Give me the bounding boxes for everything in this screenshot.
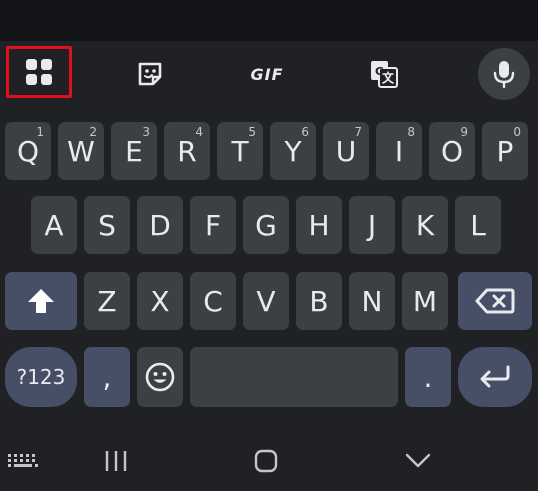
- key-label: A: [44, 208, 64, 242]
- apps-grid-button[interactable]: [8, 48, 70, 96]
- backspace-key[interactable]: [458, 272, 532, 330]
- key-s[interactable]: S: [84, 196, 130, 254]
- comma-key[interactable]: ,: [84, 347, 130, 407]
- enter-key[interactable]: [458, 347, 532, 407]
- hide-keyboard-button[interactable]: [398, 444, 438, 478]
- key-a[interactable]: A: [31, 196, 77, 254]
- shift-arrow-icon: [28, 289, 54, 313]
- key-label: P: [496, 134, 514, 168]
- key-label: H: [308, 208, 330, 242]
- enter-arrow-icon: [480, 365, 510, 388]
- key-label: L: [470, 208, 486, 242]
- microphone-icon: [493, 61, 515, 89]
- key-k[interactable]: K: [402, 196, 448, 254]
- key-number-hint: 6: [301, 125, 309, 139]
- key-label: Y: [284, 134, 302, 168]
- key-number-hint: 9: [460, 125, 468, 139]
- status-bar: [0, 0, 538, 41]
- key-j[interactable]: J: [349, 196, 395, 254]
- key-label: D: [149, 208, 171, 242]
- key-t[interactable]: T5: [217, 122, 263, 180]
- key-label: W: [67, 134, 95, 168]
- home-icon: [254, 449, 278, 473]
- key-label: T: [231, 134, 249, 168]
- key-label: E: [125, 134, 143, 168]
- period-key[interactable]: .: [405, 347, 451, 407]
- key-e[interactable]: E3: [111, 122, 157, 180]
- key-label: S: [98, 208, 116, 242]
- gif-button[interactable]: GIF: [240, 52, 294, 96]
- sticker-icon: [138, 62, 162, 86]
- key-number-hint: 2: [89, 125, 97, 139]
- key-u[interactable]: U7: [323, 122, 369, 180]
- key-label: F: [204, 208, 222, 242]
- key-p[interactable]: P0: [482, 122, 528, 180]
- key-label: X: [150, 284, 170, 318]
- backspace-icon: [475, 288, 515, 314]
- keyboard-switch-button[interactable]: [4, 446, 42, 476]
- symbols-key-label: ?123: [16, 365, 66, 389]
- key-n[interactable]: N: [349, 272, 395, 330]
- key-label: K: [415, 208, 435, 242]
- key-label: O: [440, 134, 464, 168]
- key-r[interactable]: R4: [164, 122, 210, 180]
- chevron-down-icon: [405, 453, 431, 468]
- key-x[interactable]: X: [137, 272, 183, 330]
- key-label: I: [394, 134, 404, 168]
- keyboard-icon: [8, 454, 38, 467]
- svg-text:G: G: [375, 65, 384, 78]
- shift-key[interactable]: [5, 272, 77, 330]
- gif-icon: GIF: [250, 64, 284, 84]
- voice-input-button[interactable]: [478, 48, 530, 100]
- emoji-key[interactable]: [137, 347, 183, 407]
- key-label: B: [309, 284, 329, 318]
- key-q[interactable]: Q1: [5, 122, 51, 180]
- home-button[interactable]: [248, 444, 284, 478]
- key-number-hint: 8: [407, 125, 415, 139]
- key-y[interactable]: Y6: [270, 122, 316, 180]
- key-label: C: [203, 284, 223, 318]
- key-o[interactable]: O9: [429, 122, 475, 180]
- key-label: N: [361, 284, 383, 318]
- key-i[interactable]: I8: [376, 122, 422, 180]
- key-number-hint: 7: [354, 125, 362, 139]
- key-f[interactable]: F: [190, 196, 236, 254]
- key-m[interactable]: M: [402, 272, 448, 330]
- key-d[interactable]: D: [137, 196, 183, 254]
- key-number-hint: 5: [248, 125, 256, 139]
- period-key-label: .: [423, 360, 433, 394]
- key-number-hint: 3: [142, 125, 150, 139]
- key-number-hint: 4: [195, 125, 203, 139]
- key-label: M: [412, 284, 438, 318]
- space-key[interactable]: [190, 347, 398, 407]
- key-b[interactable]: B: [296, 272, 342, 330]
- key-v[interactable]: V: [243, 272, 289, 330]
- key-z[interactable]: Z: [84, 272, 130, 330]
- key-l[interactable]: L: [455, 196, 501, 254]
- key-label: U: [335, 134, 357, 168]
- key-w[interactable]: W2: [58, 122, 104, 180]
- key-number-hint: 1: [36, 125, 44, 139]
- key-label: V: [256, 284, 276, 318]
- comma-key-label: ,: [102, 360, 112, 394]
- key-c[interactable]: C: [190, 272, 236, 330]
- key-label: R: [177, 134, 197, 168]
- symbols-key[interactable]: ?123: [5, 347, 77, 407]
- translate-button[interactable]: G: [362, 52, 406, 96]
- sticker-button[interactable]: [128, 52, 172, 96]
- translate-icon: G: [371, 61, 398, 88]
- key-h[interactable]: H: [296, 196, 342, 254]
- emoji-icon: [145, 362, 175, 392]
- key-label: Z: [97, 284, 117, 318]
- recent-apps-icon: [105, 451, 127, 471]
- key-label: G: [255, 208, 277, 242]
- key-g[interactable]: G: [243, 196, 289, 254]
- key-number-hint: 0: [513, 125, 521, 139]
- key-label: Q: [16, 134, 40, 168]
- key-label: J: [367, 208, 377, 242]
- apps-grid-icon: [26, 59, 52, 85]
- recent-apps-button[interactable]: [98, 444, 134, 478]
